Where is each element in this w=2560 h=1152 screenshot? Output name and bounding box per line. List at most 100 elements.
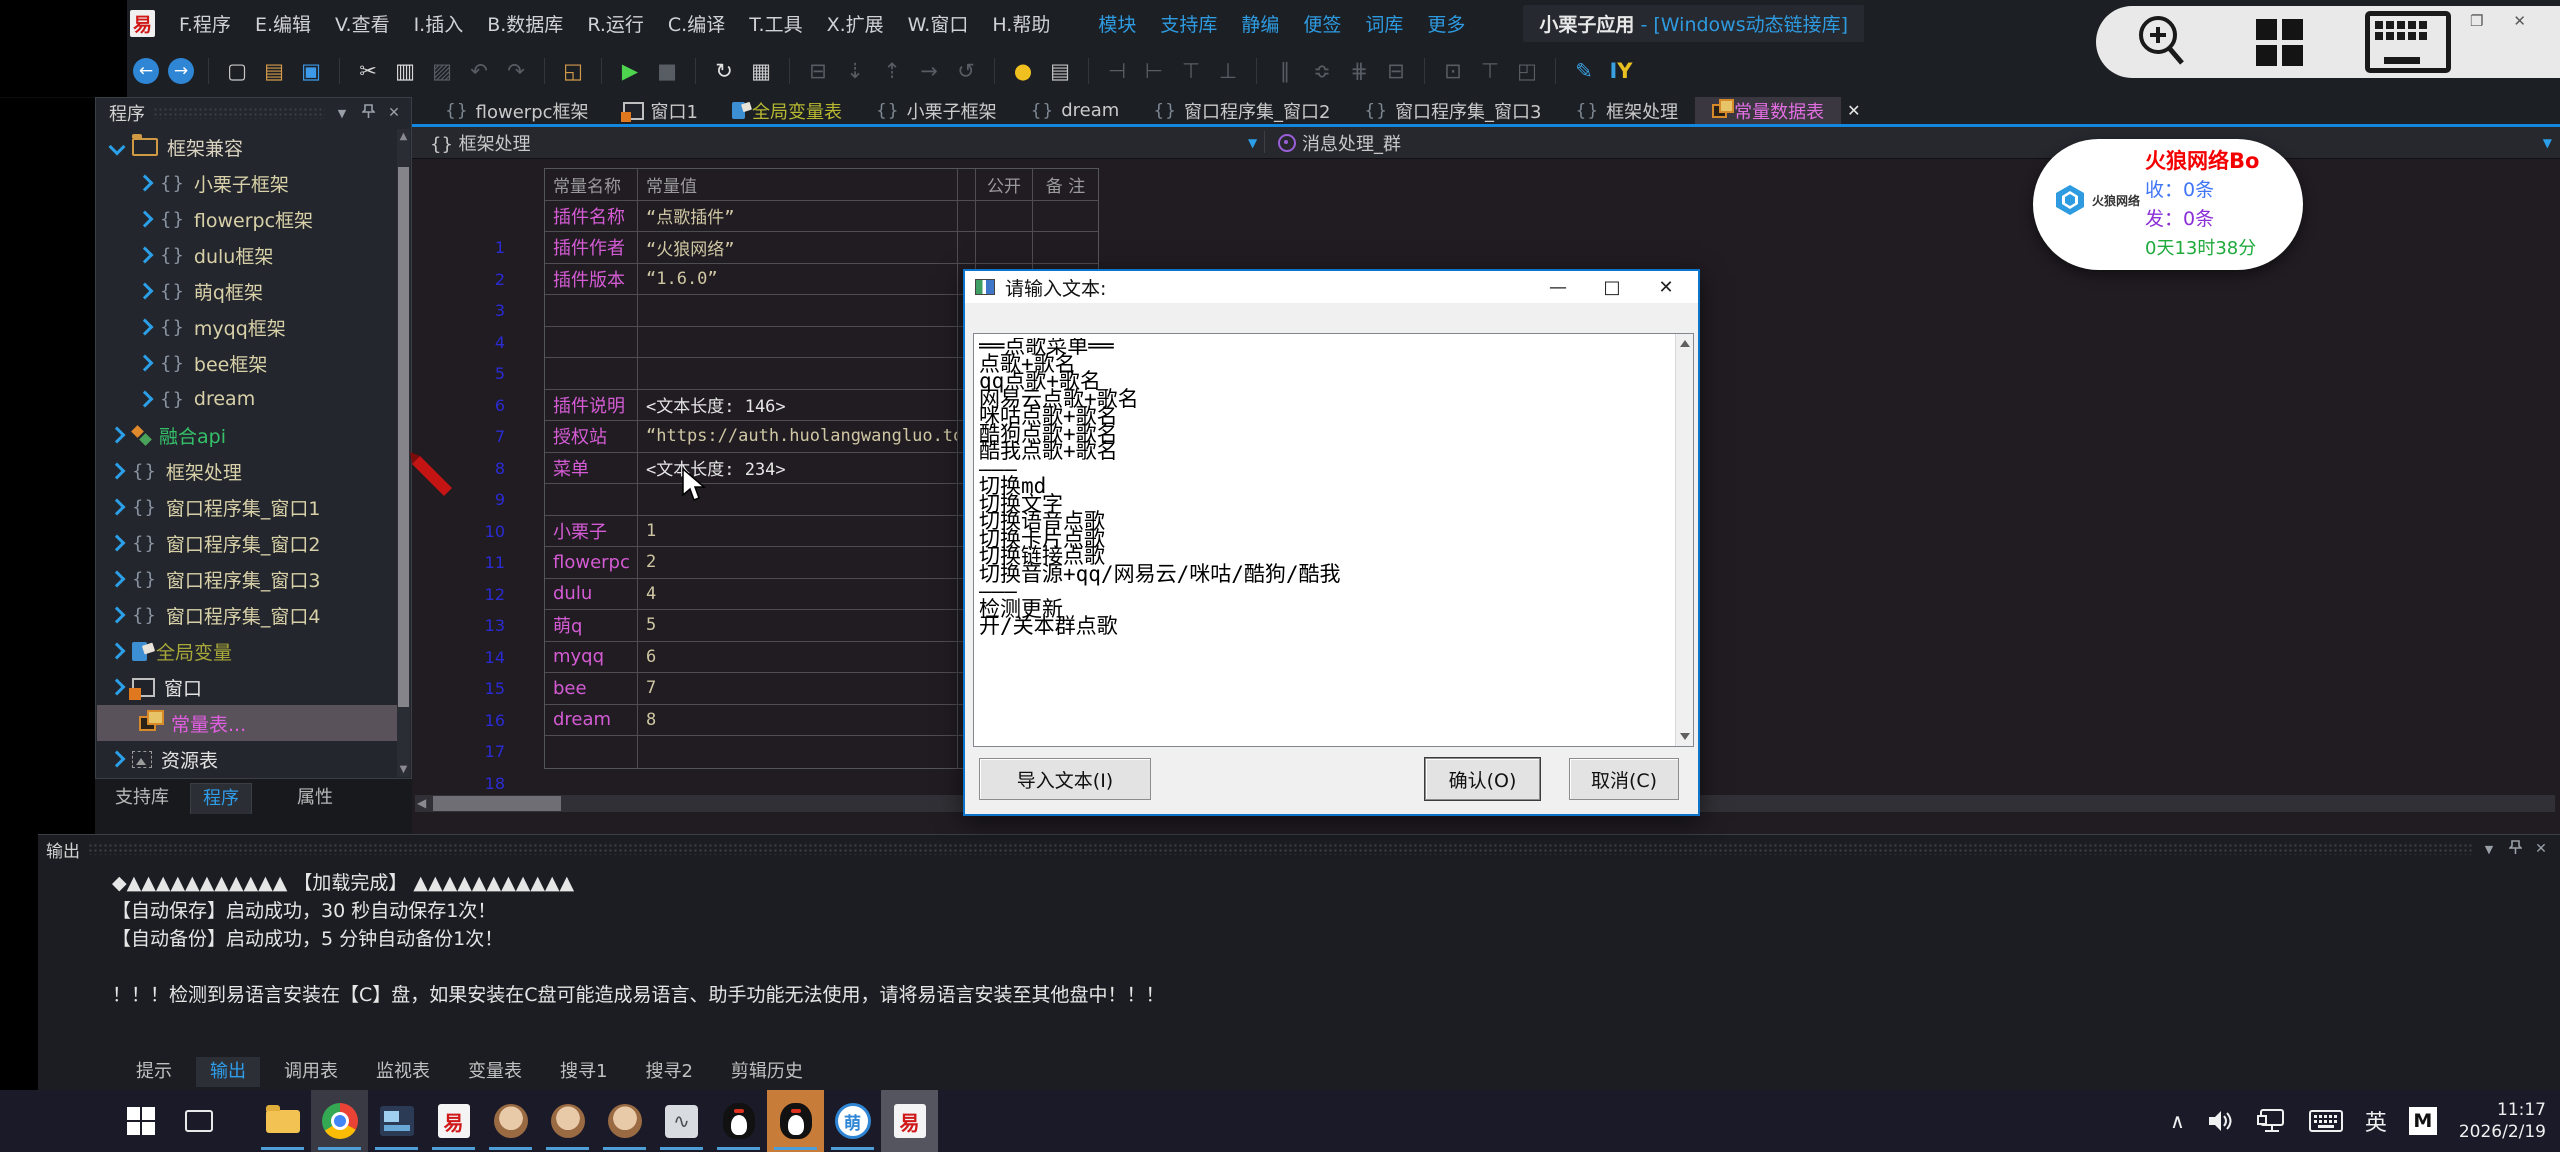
cut-button[interactable]: ✂ — [354, 57, 382, 85]
chevron-right-icon[interactable] — [137, 391, 154, 408]
close-icon[interactable]: ✕ — [385, 105, 403, 121]
tab-frame-handling[interactable]: {}框架处理 — [1559, 97, 1696, 124]
tree-item-fusion-api[interactable]: 融合api — [97, 417, 397, 453]
window-grid-icon[interactable] — [2256, 19, 2303, 66]
scroll-down-icon[interactable] — [1680, 733, 1690, 740]
chevron-right-icon[interactable] — [109, 499, 126, 516]
dialog-close-button[interactable]: ✕ — [1644, 277, 1688, 298]
align-top-button[interactable]: ⊤ — [1177, 57, 1205, 85]
menu-program[interactable]: F.程序 — [179, 10, 231, 37]
dialog-maximize-button[interactable]: □ — [1590, 277, 1634, 298]
menu-view[interactable]: V.查看 — [335, 10, 390, 37]
start-button[interactable] — [112, 1090, 169, 1152]
menu-compile[interactable]: C.编译 — [668, 10, 725, 37]
pin-icon[interactable] — [2506, 840, 2524, 858]
clock[interactable]: 11:17 2026/2/19 — [2459, 1099, 2546, 1143]
step-out-button[interactable]: ⇡ — [878, 57, 906, 85]
menu-database[interactable]: B.数据库 — [487, 10, 563, 37]
chevron-right-icon[interactable] — [137, 211, 154, 228]
tab-constants-table[interactable]: 常量数据表 — [1695, 97, 1841, 124]
dialog-scrollbar[interactable] — [1675, 334, 1693, 746]
menu-modules[interactable]: 模块 — [1098, 10, 1136, 37]
menu-static-compile[interactable]: 静编 — [1241, 10, 1279, 37]
text-input-area[interactable]: ══点歌菜单══ 点歌+歌名 qq点歌+歌名 网易云点歌+歌名 咪咕点歌+歌名 … — [973, 333, 1694, 747]
cancel-button[interactable]: 取消(C) — [1569, 758, 1679, 800]
close-icon[interactable]: ✕ — [2513, 12, 2526, 30]
fit-size-button[interactable]: ◰ — [1513, 57, 1541, 85]
restart-button[interactable]: ↻ — [710, 57, 738, 85]
copy-button[interactable]: ▥ — [391, 57, 419, 85]
chevron-right-icon[interactable] — [109, 751, 126, 768]
taskbar-item-elang-doc[interactable]: 易 — [425, 1090, 482, 1152]
align-right-button[interactable]: ⊢ — [1140, 57, 1168, 85]
chevron-right-icon[interactable] — [137, 247, 154, 264]
touch-keyboard-icon[interactable] — [2309, 1109, 2343, 1133]
table-row[interactable]: 插件作者“火狼网络” — [545, 232, 1098, 264]
scroll-left-icon[interactable]: ◀ — [417, 795, 426, 812]
ok-button[interactable]: 确认(O) — [1425, 758, 1540, 800]
snippets-button[interactable]: ▤ — [1046, 57, 1074, 85]
volume-icon[interactable] — [2207, 1109, 2235, 1133]
tab-program[interactable]: 程序 — [190, 783, 252, 814]
taskbar-item-chrome[interactable] — [311, 1090, 368, 1152]
tab-window2-set[interactable]: {}窗口程序集_窗口2 — [1136, 97, 1347, 124]
top-align-button[interactable]: ⊤ — [1476, 57, 1504, 85]
chevron-right-icon[interactable] — [109, 427, 126, 444]
tree-item-resources[interactable]: 资源表 — [97, 741, 397, 777]
chevron-right-icon[interactable] — [109, 571, 126, 588]
scroll-down-icon[interactable]: ▼ — [397, 764, 410, 775]
tab-watch-table[interactable]: 监视表 — [362, 1057, 444, 1087]
menu-notes[interactable]: 便签 — [1303, 10, 1341, 37]
ime-indicator[interactable]: 英 — [2365, 1105, 2387, 1137]
tree-item-frame-handling[interactable]: {}框架处理 — [97, 453, 397, 489]
tree-item-mengq[interactable]: {}萌q框架 — [97, 273, 397, 309]
menu-support-libs[interactable]: 支持库 — [1160, 10, 1217, 37]
menu-edit[interactable]: E.编辑 — [255, 10, 311, 37]
tab-output[interactable]: 输出 — [196, 1057, 260, 1087]
menu-run[interactable]: R.运行 — [587, 10, 644, 37]
tab-xiaolizi[interactable]: {}小栗子框架 — [859, 97, 1014, 124]
dialog-titlebar[interactable]: 请输入文本: — □ ✕ — [965, 271, 1698, 303]
breadcrumb-right[interactable]: 消息处理_群 — [1302, 130, 1401, 156]
chevron-down-icon[interactable] — [109, 139, 126, 156]
chevron-right-icon[interactable] — [109, 643, 126, 660]
dropdown-caret-icon[interactable]: ▼ — [2543, 136, 2552, 150]
tree-item-xiaolizi[interactable]: {}小栗子框架 — [97, 165, 397, 201]
redo-button[interactable]: ↷ — [502, 57, 530, 85]
close-icon[interactable]: ✕ — [2532, 841, 2550, 857]
tab-globals[interactable]: 全局变量表 — [715, 97, 859, 124]
tab-search1[interactable]: 搜寻1 — [546, 1057, 621, 1087]
equal-width-button[interactable]: ∥ — [1271, 57, 1299, 85]
task-view-button[interactable] — [170, 1090, 227, 1152]
ime-mode-badge[interactable]: M — [2409, 1107, 2437, 1135]
align-left-button[interactable]: ⊣ — [1103, 57, 1131, 85]
chevron-right-icon[interactable] — [137, 175, 154, 192]
colors-button[interactable]: IY — [1607, 57, 1635, 85]
taskbar-item-monkey-1[interactable] — [482, 1090, 539, 1152]
import-text-button[interactable]: 导入文本(I) — [979, 758, 1151, 800]
tree-item-constants-table[interactable]: 常量表... — [97, 705, 397, 741]
chevron-right-icon[interactable] — [137, 319, 154, 336]
save-button[interactable]: ▣ — [297, 57, 325, 85]
chevron-right-icon[interactable] — [109, 535, 126, 552]
tab-search2[interactable]: 搜寻2 — [631, 1057, 706, 1087]
paste-button[interactable]: ▨ — [428, 57, 456, 85]
chevron-right-icon[interactable] — [109, 679, 126, 696]
tab-hints[interactable]: 提示 — [122, 1057, 186, 1087]
tree-item-dream[interactable]: {}dream — [97, 381, 397, 417]
scroll-up-icon[interactable] — [1680, 340, 1690, 347]
taskbar-item-mengq[interactable]: 萌 — [824, 1090, 881, 1152]
distribute-button[interactable]: ⋕ — [1345, 57, 1373, 85]
new-file-button[interactable]: ▢ — [223, 57, 251, 85]
panel-menu-icon[interactable]: ▼ — [333, 107, 351, 120]
taskbar-item-monkey-3[interactable] — [596, 1090, 653, 1152]
step-over-button[interactable]: → — [915, 57, 943, 85]
tree-item-winset2[interactable]: {}窗口程序集_窗口2 — [97, 525, 397, 561]
forward-button[interactable]: → — [168, 58, 194, 84]
menu-more[interactable]: 更多 — [1427, 10, 1465, 37]
keyboard-icon[interactable] — [2365, 11, 2451, 73]
undo-button[interactable]: ↶ — [465, 57, 493, 85]
taskbar-item-penguin-app[interactable] — [710, 1090, 767, 1152]
tree-item-flowerpc[interactable]: {}flowerpc框架 — [97, 201, 397, 237]
tab-flowerpc[interactable]: {}flowerpc框架 — [428, 97, 606, 124]
